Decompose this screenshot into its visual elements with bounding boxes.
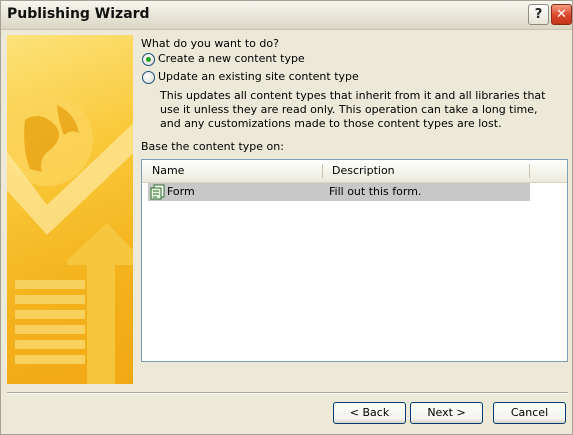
window-title: Publishing Wizard	[7, 6, 150, 22]
option-update-existing-label[interactable]: Update an existing site content type	[158, 70, 359, 83]
back-button[interactable]: < Back	[333, 402, 406, 424]
close-button[interactable]: ✕	[551, 4, 572, 25]
list-header: Name Description	[142, 160, 567, 183]
footer-divider	[7, 392, 568, 394]
question-label: What do you want to do?	[141, 37, 279, 50]
wizard-graphic	[7, 94, 133, 384]
base-content-type-label: Base the content type on:	[141, 140, 284, 153]
option-create-new-text: Create a new content type	[158, 52, 305, 65]
option-create-new-label[interactable]: Create a new content type	[158, 52, 305, 65]
publishing-wizard-dialog: Publishing Wizard ? ✕ What do you want t…	[0, 0, 573, 435]
radio-create-new[interactable]	[142, 53, 155, 66]
wizard-banner-art	[7, 35, 133, 384]
radio-update-existing[interactable]	[142, 71, 155, 84]
column-header-description[interactable]: Description	[322, 160, 529, 182]
next-button[interactable]: Next >	[410, 402, 483, 424]
list-item-description: Fill out this form.	[329, 185, 422, 198]
list-item[interactable]: Form Fill out this form.	[148, 183, 530, 201]
form-icon	[150, 184, 165, 200]
list-item-name: Form	[167, 185, 195, 198]
column-header-name[interactable]: Name	[142, 160, 322, 182]
option-update-existing-text: Update an existing site content type	[158, 70, 359, 83]
close-icon: ✕	[556, 7, 567, 22]
title-bar[interactable]: Publishing Wizard ? ✕	[1, 1, 572, 30]
cancel-button[interactable]: Cancel	[493, 402, 566, 424]
help-button[interactable]: ?	[528, 4, 549, 25]
column-divider[interactable]	[529, 164, 530, 178]
help-icon: ?	[534, 7, 543, 22]
back-button-label: Back	[362, 406, 390, 419]
content-type-list[interactable]: Name Description Form Fill out this form…	[141, 159, 568, 362]
update-description: This updates all content types that inhe…	[160, 89, 546, 130]
